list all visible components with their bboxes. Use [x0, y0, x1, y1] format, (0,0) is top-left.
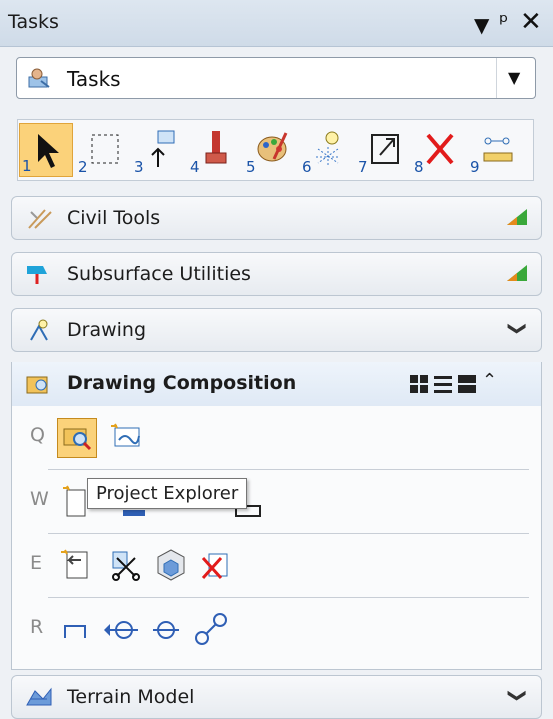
tool-select[interactable]: 1: [19, 123, 73, 177]
tasks-icon: [28, 68, 50, 88]
section-label: Drawing Composition: [67, 372, 297, 394]
grid-view-icon[interactable]: [410, 375, 428, 393]
bulb-icon: [316, 131, 340, 165]
close-icon[interactable]: ✕: [520, 7, 542, 37]
task-selector-value: Tasks: [67, 67, 121, 91]
main-toolbar: 1 2 3 4 5 6 7 8 9: [17, 119, 534, 181]
drawing-composition-icon: [26, 376, 48, 394]
tool-number: 2: [78, 158, 88, 176]
scissors-icon: [112, 551, 140, 581]
triangle-down-icon[interactable]: ▼: [474, 10, 489, 40]
section-label: Terrain Model: [67, 686, 195, 708]
measure-icon: [483, 137, 513, 162]
tool-measure[interactable]: 9: [468, 123, 522, 177]
tool-place-element[interactable]: 3: [132, 123, 186, 177]
section-subsurface-utilities[interactable]: Subsurface Utilities: [11, 252, 542, 296]
cube-button[interactable]: [152, 546, 192, 586]
row-key: E: [30, 552, 43, 574]
folder-search-icon: [63, 428, 92, 451]
tool-number: 4: [190, 158, 200, 176]
cut-button[interactable]: [107, 546, 147, 586]
tool-selection-box[interactable]: 2: [76, 123, 130, 177]
tool-palette[interactable]: 5: [244, 123, 298, 177]
tool-scale-box[interactable]: 7: [356, 123, 410, 177]
place-element-icon: [151, 130, 175, 167]
section-marker-icon: [153, 621, 179, 639]
terrain-model-icon: [26, 687, 52, 706]
tool-number: 8: [414, 158, 424, 176]
dropdown-arrow-button[interactable]: ▼: [496, 58, 535, 98]
palette-icon: [257, 132, 288, 162]
chevron-up-icon[interactable]: ⌃: [482, 370, 497, 391]
bracket-icon: [64, 625, 86, 638]
detail-callout-button[interactable]: [192, 610, 232, 650]
selection-box-icon: [91, 134, 119, 164]
section-marker-button[interactable]: [147, 610, 187, 650]
delete-sheet-icon: [201, 553, 228, 580]
tool-number: 3: [134, 158, 144, 176]
delete-sheet-button[interactable]: [197, 546, 237, 586]
signal-bars-icon: [507, 265, 527, 281]
brush-icon: [205, 131, 227, 164]
delete-x-icon: [426, 133, 454, 165]
new-element-button[interactable]: [107, 418, 147, 458]
pin-icon[interactable]: ᵖ: [499, 8, 508, 38]
tool-number: 9: [470, 158, 480, 176]
section-terrain-model[interactable]: Terrain Model ❯: [11, 675, 542, 719]
task-selector-dropdown[interactable]: Tasks ▼: [16, 57, 536, 99]
row-key: W: [30, 488, 49, 510]
tool-row-e: E: [12, 534, 541, 597]
callout-arrow-button[interactable]: [102, 610, 142, 650]
section-drawing[interactable]: Drawing ❯: [11, 308, 542, 352]
tool-row-q: Q: [12, 406, 541, 469]
subsurface-utilities-icon: [27, 266, 47, 284]
task-panel-titlebar: Tasks ▼ ᵖ ✕: [0, 0, 553, 47]
chevron-down-icon: ❯: [506, 687, 528, 704]
detail-callout-icon: [195, 613, 227, 645]
insert-file-button[interactable]: [57, 546, 97, 586]
section-label: Drawing: [67, 319, 147, 341]
select-arrow-icon: [38, 134, 59, 168]
detail-view-icon[interactable]: [458, 375, 476, 393]
row-key: R: [30, 616, 44, 638]
tool-number: 6: [302, 158, 312, 176]
cube-icon: [157, 549, 185, 581]
tool-number: 5: [246, 158, 256, 176]
tool-row-r: R: [12, 598, 541, 661]
tool-number: 1: [22, 157, 32, 175]
new-sheet-icon: [111, 423, 140, 447]
section-label: Civil Tools: [67, 207, 161, 229]
chevron-down-icon: ❯: [506, 320, 528, 337]
drawing-composition-panel: Q W E R: [11, 406, 542, 670]
drawing-icon: [30, 319, 48, 341]
callout-arrow-icon: [104, 621, 138, 639]
project-explorer-button[interactable]: [57, 418, 97, 458]
civil-tools-icon: [28, 209, 52, 229]
panel-title: Tasks: [8, 11, 59, 33]
signal-bars-icon: [507, 209, 527, 225]
chevron-down-icon: ▼: [508, 68, 521, 87]
section-label: Subsurface Utilities: [67, 263, 251, 285]
section-civil-tools[interactable]: Civil Tools: [11, 196, 542, 240]
section-drawing-composition-header[interactable]: Drawing Composition ⌃: [11, 362, 542, 406]
bracket-tool-button[interactable]: [57, 610, 97, 650]
list-view-icon[interactable]: [434, 375, 452, 393]
tool-delete[interactable]: 8: [412, 123, 466, 177]
tool-brush[interactable]: 4: [188, 123, 242, 177]
insert-file-icon: [61, 549, 88, 579]
scale-box-icon: [371, 134, 399, 164]
tool-bulb[interactable]: 6: [300, 123, 354, 177]
tooltip: Project Explorer: [87, 478, 248, 509]
tool-number: 7: [358, 158, 368, 176]
row-key: Q: [30, 424, 45, 446]
